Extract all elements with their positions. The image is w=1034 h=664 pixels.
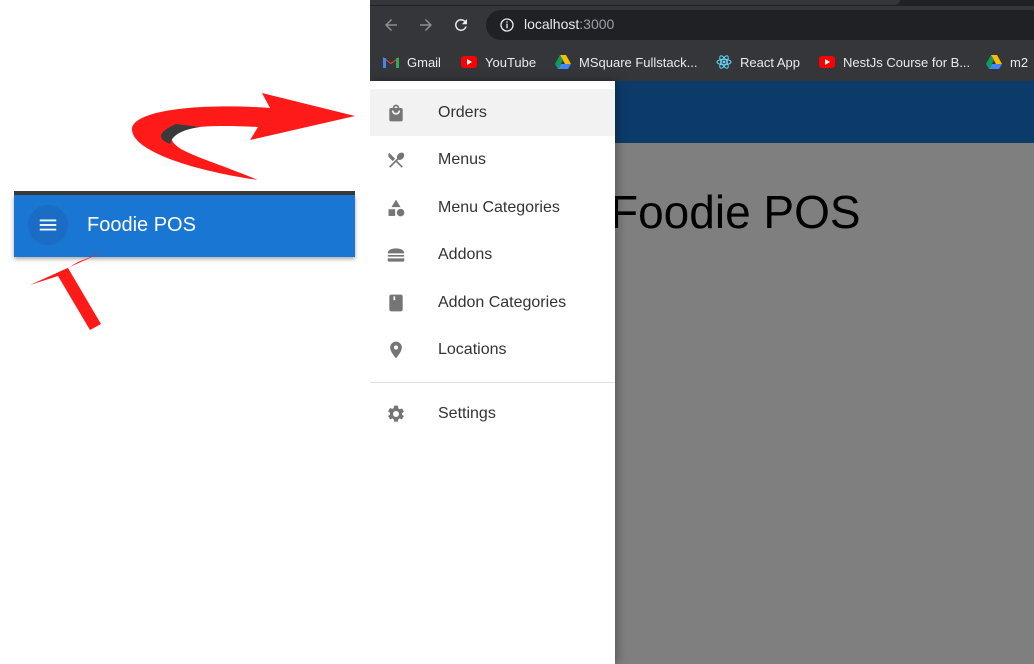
drawer-item-menus[interactable]: Menus	[370, 136, 615, 183]
info-icon[interactable]	[499, 17, 515, 33]
gmail-icon	[383, 54, 399, 70]
page-viewport: Foodie POS Orders Menus Menu Cate	[370, 81, 1034, 664]
forward-arrow-icon[interactable]	[416, 15, 436, 35]
navigation-drawer: Orders Menus Menu Categories Addons Addo…	[370, 81, 615, 664]
drawer-item-addon-categories[interactable]: Addon Categories	[370, 279, 615, 326]
restaurant-utensils-icon	[384, 148, 408, 172]
curved-red-arrow	[131, 93, 355, 180]
address-bar[interactable]: localhost:3000	[486, 10, 1034, 40]
category-shapes-icon	[384, 196, 408, 220]
bookmark-nestjs[interactable]: NestJs Course for B...	[819, 53, 970, 71]
burger-icon	[384, 243, 408, 267]
youtube-icon	[461, 54, 477, 70]
youtube-icon	[819, 54, 835, 70]
react-icon	[716, 54, 732, 70]
location-pin-icon	[384, 338, 408, 362]
app-title: Foodie POS	[87, 214, 196, 236]
bookmark-youtube[interactable]: YouTube	[461, 53, 536, 71]
hamburger-menu-button[interactable]	[28, 205, 68, 245]
browser-toolbar: localhost:3000	[370, 6, 1034, 44]
google-drive-icon	[555, 54, 571, 70]
app-bar: Foodie POS	[14, 195, 355, 257]
url-text: localhost:3000	[524, 16, 615, 32]
drawer-item-locations[interactable]: Locations	[370, 326, 615, 373]
reload-icon[interactable]	[451, 15, 471, 35]
bookmarks-bar: Gmail YouTube MSquare Fullstack... React…	[370, 44, 1034, 81]
active-tab[interactable]	[370, 0, 900, 5]
drawer-item-orders[interactable]: Orders	[370, 89, 615, 136]
drawer-item-addons[interactable]: Addons	[370, 231, 615, 278]
hamburger-menu-icon	[39, 219, 57, 231]
shopping-bag-icon	[384, 101, 408, 125]
back-arrow-icon[interactable]	[381, 15, 401, 35]
drawer-item-settings[interactable]: Settings	[370, 390, 615, 437]
bookmark-react-app[interactable]: React App	[716, 53, 800, 71]
bookmark-gmail[interactable]: Gmail	[383, 53, 441, 71]
bookmark-m2[interactable]: m2	[986, 53, 1028, 71]
drawer-divider	[370, 382, 615, 383]
settings-gear-icon	[384, 402, 408, 426]
google-drive-icon	[986, 54, 1002, 70]
browser-window: localhost:3000 Gmail YouTube MSquare Ful…	[370, 0, 1034, 664]
book-icon	[384, 291, 408, 315]
drawer-item-menu-categories[interactable]: Menu Categories	[370, 184, 615, 231]
straight-red-arrow	[30, 252, 103, 330]
bookmark-msquare[interactable]: MSquare Fullstack...	[555, 53, 698, 71]
